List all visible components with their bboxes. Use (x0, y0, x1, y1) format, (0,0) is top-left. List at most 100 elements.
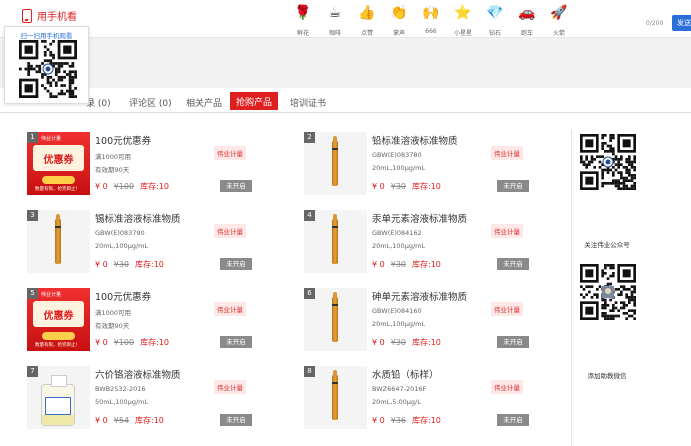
stock-count: 库存:10 (140, 182, 169, 191)
sale-price: ¥ 0 (372, 416, 385, 425)
stock-count: 库存:10 (412, 260, 441, 269)
product-thumbnail[interactable]: 1 伟业计量优惠券数量有限，抢完即止！ (27, 132, 90, 195)
ampoule-image (332, 370, 338, 420)
price-row: ¥ 0 ¥100 库存:10 (95, 337, 169, 348)
vendor-tag: 伟业计量 (214, 146, 246, 160)
stock-count: 库存:10 (412, 416, 441, 425)
vendor-tag: 伟业计量 (491, 224, 523, 238)
vendor-tag: 伟业计量 (214, 380, 246, 394)
gift-rocket[interactable]: 🚀 火箭 (544, 0, 574, 37)
gift-diamond[interactable]: 💎 钻石 (480, 0, 510, 37)
gift-label: 小星星 (453, 30, 472, 37)
coupon-text: 优惠券 (43, 155, 74, 166)
coupon-brand: 伟业计量 (41, 136, 62, 142)
stock-count: 库存:10 (135, 260, 164, 269)
not-started-button[interactable]: 未开启 (220, 414, 252, 426)
product-title[interactable]: 汞单元素溶液标准物质 (372, 211, 467, 225)
coupon-footnote: 数量有限，抢完即止！ (35, 343, 80, 348)
product-card[interactable]: 7 六价铬溶液标准物质 BWB2532-2016 50mL,100μg/mL 伟业计量 ¥… (27, 366, 277, 430)
gift-little-star[interactable]: ⭐ 小星星 (448, 0, 478, 37)
not-started-button[interactable]: 未开启 (220, 336, 252, 348)
product-thumbnail[interactable]: 3 (27, 210, 90, 273)
coupon-brand: 伟业计量 (41, 292, 62, 298)
qr-code-icon (19, 40, 77, 98)
666-icon: 🙌 (422, 5, 440, 21)
not-started-button[interactable]: 未开启 (497, 336, 529, 348)
sale-price: ¥ 0 (95, 338, 108, 347)
product-title[interactable]: 砷单元素溶液标准物质 (372, 289, 467, 303)
product-thumbnail[interactable]: 6 (304, 288, 367, 351)
product-detail: 有效期90天 (95, 322, 130, 330)
product-thumbnail[interactable]: 5 伟业计量 优惠券 数量有限，抢完即止！ (27, 288, 90, 351)
not-started-button[interactable]: 未开启 (497, 414, 529, 426)
tab-bar: 录 (0) 评论区 (0) 相关产品 抢购产品 培训证书 (0, 88, 691, 113)
product-card[interactable]: 3 锡标准溶液标准物质 GBW(E)083790 20mL,100μg/mL 伟业计量 ¥… (27, 210, 277, 274)
price-row: ¥ 0 ¥30 库存:10 (372, 337, 441, 348)
top-bar: 用手机看 🌹 鲜花 ☕ 咖啡 👍 点赞 👏 掌声 🙌 666 ⭐ 小星星 💎 钻石 🚗 跑车 🚀 火箭 0/200… (0, 0, 691, 38)
product-title[interactable]: 100元优惠券 (95, 133, 151, 147)
gift-applause[interactable]: 👏 掌声 (384, 0, 414, 37)
not-started-button[interactable]: 未开启 (220, 180, 252, 192)
product-card[interactable]: 4 汞单元素溶液标准物质 GBW(E)084162 20mL,100μg/mL 伟业计量… (304, 210, 554, 274)
product-thumbnail[interactable]: 2 (304, 132, 367, 195)
product-card[interactable]: 5 伟业计量 优惠券 数量有限，抢完即止！ 100元优惠券满1000可用 有效期90天 伟业… (27, 288, 277, 352)
product-detail: 有效期90天 (95, 166, 130, 174)
product-title[interactable]: 锡标准溶液标准物质 (95, 211, 181, 225)
product-thumbnail[interactable]: 7 (27, 366, 90, 429)
tab-flash-sale-products[interactable]: 抢购产品 (230, 92, 279, 110)
gift-sports-car[interactable]: 🚗 跑车 (512, 0, 542, 37)
stock-count: 库存:10 (135, 416, 164, 425)
original-price: ¥30 (113, 260, 130, 269)
product-title[interactable]: 六价铬溶液标准物质 (95, 367, 181, 381)
not-started-button[interactable]: 未开启 (497, 180, 529, 192)
gift-rose[interactable]: 🌹 鲜花 (288, 0, 318, 37)
product-index: 6 (304, 288, 315, 299)
gift-666[interactable]: 🙌 666 (416, 0, 446, 37)
product-title[interactable]: 100元优惠券 (95, 289, 151, 303)
rocket-icon: 🚀 (550, 5, 568, 21)
gift-label: 666 (425, 28, 437, 35)
product-spec: GBW(E)084162 (372, 229, 422, 237)
ampoule-image (332, 214, 338, 264)
tab-related-products[interactable]: 相关产品 (186, 96, 222, 109)
gift-label: 咖啡 (328, 30, 341, 37)
product-card[interactable]: 2 铅标准溶液标准物质 GBW(E)083780 20mL,100μg/mL 伟业计量 ¥… (304, 132, 554, 196)
product-thumbnail[interactable]: 8 (304, 366, 367, 429)
price-row: ¥ 0 ¥36 库存:10 (372, 415, 441, 426)
original-price: ¥36 (390, 416, 407, 425)
gift-like[interactable]: 👍 点赞 (352, 0, 382, 37)
gift-coffee[interactable]: ☕ 咖啡 (320, 0, 350, 37)
product-title[interactable]: 铅标准溶液标准物质 (372, 133, 458, 147)
product-spec: 满1000可用 (95, 309, 132, 317)
sale-price: ¥ 0 (95, 416, 108, 425)
product-index: 4 (304, 210, 315, 221)
phone-view-label: 用手机看 (37, 12, 77, 23)
product-index: 1 (27, 132, 38, 143)
stock-count: 库存:10 (412, 182, 441, 191)
phone-view-button[interactable]: 用手机看 (22, 8, 77, 23)
not-started-button[interactable]: 未开启 (497, 258, 529, 270)
price-row: ¥ 0 ¥100 库存:10 (95, 181, 169, 192)
assistant-wechat-qr-icon (580, 264, 636, 320)
product-card[interactable]: 6 砷单元素溶液标准物质 GBW(E)084160 20mL,100μg/mL 伟业计量… (304, 288, 554, 352)
product-card[interactable]: 8 水质铅（标样） BWZ6647-2016F 20mL,5.00μg/L 伟业计量 ¥ … (304, 366, 554, 430)
send-button[interactable]: 发送 (672, 15, 691, 31)
not-started-button[interactable]: 未开启 (220, 258, 252, 270)
tab-directory[interactable]: 录 (0) (86, 96, 111, 109)
product-title[interactable]: 水质铅（标样） (372, 367, 439, 381)
phone-icon (22, 8, 32, 23)
product-detail: 20mL,100μg/mL (95, 242, 149, 250)
coupon-footnote: 数量有限，抢完即止！ (35, 187, 80, 192)
price-row: ¥ 0 ¥30 库存:10 (372, 259, 441, 270)
tab-comments[interactable]: 评论区 (0) (129, 96, 172, 109)
stock-count: 库存:10 (412, 338, 441, 347)
product-thumbnail[interactable]: 4 (304, 210, 367, 273)
tab-training-certificate[interactable]: 培训证书 (290, 96, 326, 109)
price-row: ¥ 0 ¥30 库存:10 (95, 259, 164, 270)
like-icon: 👍 (358, 5, 376, 21)
gift-label: 点赞 (360, 30, 373, 37)
product-card[interactable]: 1 伟业计量 优惠券 数量有限，抢完即止！ 100元优惠券 满1000可用 有效期90天 伟业… (27, 132, 277, 196)
bottle-image (41, 375, 75, 426)
sale-price: ¥ 0 (95, 182, 108, 191)
rose-icon: 🌹 (294, 5, 312, 21)
